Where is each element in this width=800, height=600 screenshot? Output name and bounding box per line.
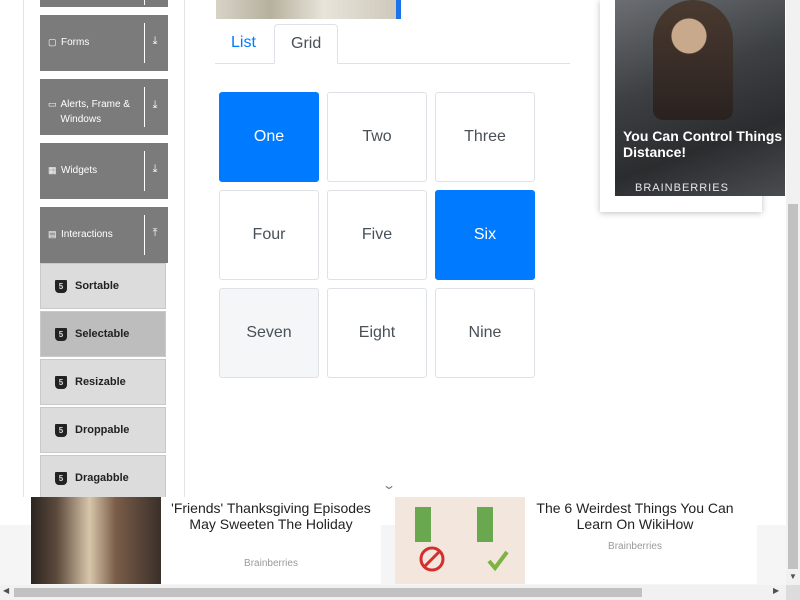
ad-bottom-bar: 'Friends' Thanksgiving Episodes May Swee…: [0, 497, 786, 585]
content-divider: [184, 0, 185, 525]
window-icon: ▭: [48, 99, 57, 109]
sidebar-item-resizable[interactable]: 5 Resizable: [40, 359, 166, 405]
vertical-scrollbar[interactable]: ▼: [786, 0, 800, 585]
ad-photo: [615, 0, 785, 196]
ad-caption[interactable]: You Can Control Things Distance!: [623, 128, 793, 160]
grid-item[interactable]: Five: [327, 190, 427, 280]
sidebar-item-label: Sortable: [75, 280, 120, 292]
group-divider: [144, 0, 145, 5]
sidebar-group-interactions[interactable]: ▤ Interactions ⤒: [40, 207, 168, 263]
upload-icon[interactable]: ⤒: [148, 227, 162, 240]
download-icon[interactable]: ⤓: [148, 99, 162, 112]
form-icon: ▢: [48, 37, 57, 47]
html5-icon: 5: [55, 279, 67, 293]
page-frame-line: [23, 0, 24, 525]
sidebar-group-widgets[interactable]: ▦ Widgets ⤓: [40, 143, 168, 199]
grid-item[interactable]: Three: [435, 92, 535, 182]
scrollbar-corner: [786, 585, 800, 600]
horizontal-scrollbar[interactable]: ◀ ▶: [0, 585, 786, 600]
grid-item[interactable]: Nine: [435, 288, 535, 378]
interactions-icon: ▤: [48, 229, 57, 239]
ad-person-image: [653, 0, 733, 120]
scroll-right-icon[interactable]: ▶: [773, 586, 779, 595]
tab-grid[interactable]: Grid: [274, 24, 339, 64]
group-divider: [144, 23, 145, 63]
grid-item[interactable]: Seven: [219, 288, 319, 378]
sidebar-group-forms[interactable]: ▢ Forms ⤓: [40, 15, 168, 71]
sidebar-item-label: Resizable: [75, 376, 126, 388]
group-divider: [144, 87, 145, 127]
grid-item[interactable]: One: [219, 92, 319, 182]
banner-accent: [396, 0, 401, 19]
wikihow-illustration: [415, 507, 509, 572]
sidebar-group-label: Interactions: [61, 229, 113, 240]
download-icon[interactable]: ⤓: [148, 163, 162, 176]
sidebar-item-dragabble[interactable]: 5 Dragabble: [40, 455, 166, 501]
sidebar-group-label: Alerts, Frame & Windows: [60, 99, 130, 125]
html5-icon: 5: [55, 375, 67, 389]
ad-card-friends[interactable]: 'Friends' Thanksgiving Episodes May Swee…: [31, 497, 381, 584]
ad-source: Brainberries: [608, 541, 662, 552]
grid-item[interactable]: Two: [327, 92, 427, 182]
chevron-down-icon[interactable]: ⌄: [382, 478, 396, 492]
sidebar-group-label: Forms: [61, 37, 90, 48]
download-icon[interactable]: ⤓: [148, 35, 162, 48]
html5-icon: 5: [55, 423, 67, 437]
sidebar-item-sortable[interactable]: 5 Sortable: [40, 263, 166, 309]
scrollbar-thumb[interactable]: [14, 588, 642, 597]
grid-item[interactable]: Four: [219, 190, 319, 280]
banner-image: [216, 0, 396, 19]
tab-list[interactable]: List: [215, 24, 272, 64]
scroll-down-icon[interactable]: ▼: [789, 572, 797, 581]
sidebar-item-label: Droppable: [75, 424, 130, 436]
ad-thumbnail: [31, 497, 161, 584]
scroll-left-icon[interactable]: ◀: [3, 586, 9, 595]
sidebar-item-label: Dragabble: [75, 472, 129, 484]
ad-title[interactable]: 'Friends' Thanksgiving Episodes May Swee…: [166, 500, 376, 532]
widgets-icon: ▦: [48, 165, 57, 175]
sidebar-item-label: Selectable: [75, 328, 130, 340]
grid-item[interactable]: Six: [435, 190, 535, 280]
sidebar-group-label: Widgets: [61, 165, 98, 176]
html5-icon: 5: [55, 327, 67, 341]
sidebar-group-elements[interactable]: [40, 0, 168, 7]
sidebar-item-droppable[interactable]: 5 Droppable: [40, 407, 166, 453]
grid-item[interactable]: Eight: [327, 288, 427, 378]
ad-title[interactable]: The 6 Weirdest Things You Can Learn On W…: [535, 500, 735, 532]
ad-card-wikihow[interactable]: The 6 Weirdest Things You Can Learn On W…: [395, 497, 757, 584]
tab-bar: List Grid: [215, 24, 570, 64]
html5-icon: 5: [55, 471, 67, 485]
ad-right[interactable]: You Can Control Things Distance! BRAINBE…: [600, 0, 785, 212]
group-divider: [144, 151, 145, 191]
sidebar-item-selectable[interactable]: 5 Selectable: [40, 311, 166, 357]
ad-brand: BRAINBERRIES: [635, 182, 729, 194]
scrollbar-thumb[interactable]: [788, 204, 798, 569]
sidebar-group-alerts[interactable]: ▭ Alerts, Frame & Windows ⤓: [40, 79, 168, 135]
ad-source: Brainberries: [244, 558, 298, 569]
ad-thumbnail: [395, 497, 525, 584]
group-divider: [144, 215, 145, 255]
